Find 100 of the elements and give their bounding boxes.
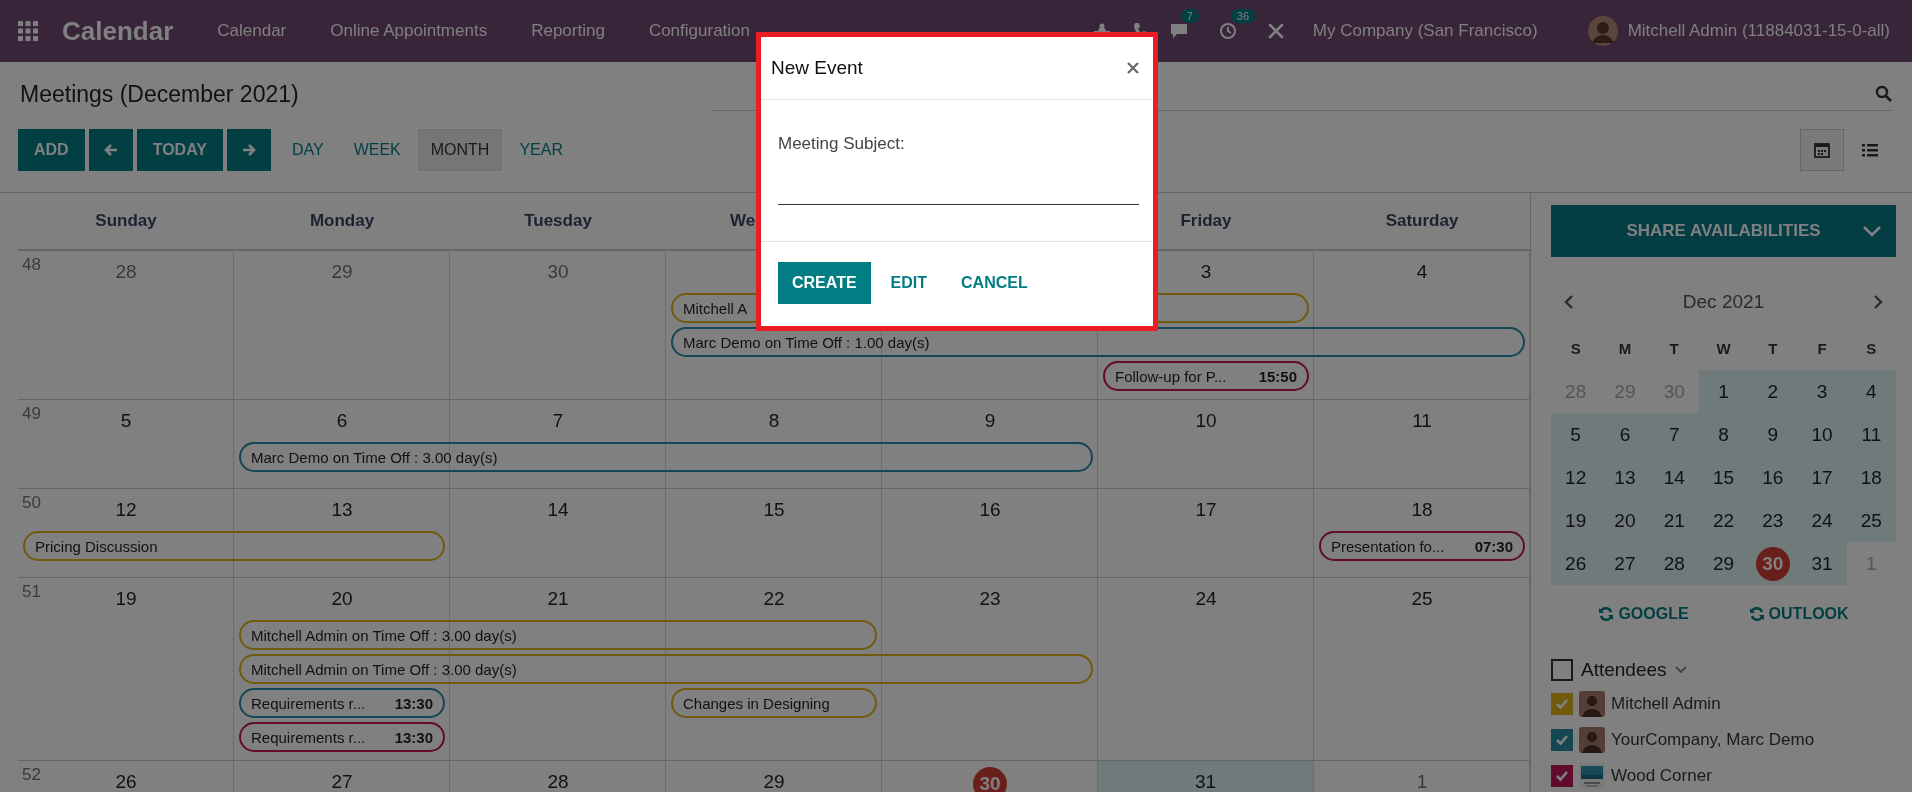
day-number[interactable]: 8 <box>768 406 780 436</box>
day-number[interactable]: 4 <box>1866 380 1877 403</box>
close-icon[interactable] <box>1127 62 1139 74</box>
day-number[interactable]: 6 <box>336 406 348 436</box>
scale-tab[interactable]: MONTH <box>417 129 503 171</box>
calendar-icon <box>1814 142 1830 158</box>
sync-link[interactable]: GOOGLE <box>1598 605 1689 623</box>
user-menu[interactable]: Mitchell Admin (11884031-15-0-all) <box>1627 21 1890 41</box>
day-number[interactable]: 9 <box>1767 423 1779 446</box>
menu-item[interactable]: Reporting <box>531 21 605 41</box>
day-number[interactable]: 8 <box>1718 423 1729 446</box>
day-number[interactable]: 11 <box>1412 406 1432 436</box>
scale-tab[interactable]: WEEK <box>340 129 414 171</box>
day-number[interactable]: 28 <box>115 257 137 287</box>
calendar-event[interactable]: Requirements r... 13:30 <box>239 722 445 752</box>
day-number[interactable]: 12 <box>115 495 137 525</box>
sync-icon <box>1598 606 1615 622</box>
apps-menu-icon[interactable] <box>18 21 38 41</box>
day-number[interactable]: 3 <box>1200 257 1212 287</box>
share-availabilities-button[interactable]: SHARE AVAILABILITIES <box>1551 205 1896 257</box>
attendee-name[interactable]: Mitchell Admin <box>1611 694 1721 714</box>
day-number[interactable]: 5 <box>120 406 132 436</box>
checkbox[interactable] <box>1551 693 1573 715</box>
day-number[interactable]: 29 <box>763 767 785 792</box>
company-switcher[interactable]: My Company (San Francisco) <box>1312 21 1538 41</box>
calendar-event[interactable]: Mitchell Admin on Time Off : 3.00 day(s) <box>239 654 1093 684</box>
chevron-down-icon <box>1862 224 1882 238</box>
attendee-name[interactable]: YourCompany, Marc Demo <box>1611 730 1815 750</box>
checkbox[interactable] <box>1551 765 1573 787</box>
sync-link[interactable]: OUTLOOK <box>1748 605 1849 623</box>
weekday-label: S <box>1865 339 1878 359</box>
dialog-button[interactable]: EDIT <box>876 262 942 304</box>
day-number[interactable]: 30 <box>1755 546 1790 581</box>
day-number[interactable]: 7 <box>552 406 564 436</box>
scale-tab[interactable]: YEAR <box>506 129 576 171</box>
day-number[interactable]: 26 <box>115 767 137 792</box>
day-number[interactable]: 6 <box>1619 423 1631 446</box>
day-number[interactable]: 4 <box>1416 257 1428 287</box>
day-number[interactable]: 21 <box>547 584 569 614</box>
attendees-heading[interactable]: Attendees <box>1581 659 1667 681</box>
week-number: 51 <box>22 582 41 602</box>
checkbox[interactable] <box>1551 659 1573 681</box>
day-number[interactable]: 13 <box>331 495 353 525</box>
day-number[interactable]: 30 <box>547 257 569 287</box>
chevron-right-icon[interactable] <box>1872 294 1884 310</box>
day-number[interactable]: 25 <box>1411 584 1433 614</box>
previous-button[interactable] <box>88 129 133 171</box>
calendar-event[interactable]: Requirements r... 13:30 <box>239 688 445 718</box>
day-number[interactable]: 16 <box>979 495 1001 525</box>
calendar-event[interactable]: Marc Demo on Time Off : 3.00 day(s) <box>239 442 1093 472</box>
calendar-view-button[interactable] <box>1800 129 1844 171</box>
calendar-event[interactable]: Presentation fo... 07:30 <box>1319 531 1525 561</box>
dialog-button[interactable]: CREATE <box>778 262 871 304</box>
scale-tab[interactable]: DAY <box>278 129 337 171</box>
day-number[interactable]: 20 <box>331 584 353 614</box>
add-button[interactable]: ADD <box>18 129 85 171</box>
attendee-name[interactable]: Wood Corner <box>1611 766 1712 786</box>
weekday-label: T <box>1668 339 1680 359</box>
next-button[interactable] <box>226 129 271 171</box>
chevron-left-icon[interactable] <box>1563 294 1575 310</box>
menu-item[interactable]: Online Appointments <box>330 21 488 41</box>
day-number[interactable]: 15 <box>763 495 785 525</box>
chat-icon[interactable] <box>1168 22 1189 40</box>
calendar-event[interactable]: Follow-up for P... 15:50 <box>1103 361 1309 391</box>
day-number[interactable]: 7 <box>1668 423 1680 446</box>
day-number[interactable]: 3 <box>1816 380 1828 403</box>
day-number[interactable]: 14 <box>547 495 569 525</box>
day-number[interactable]: 10 <box>1195 406 1217 436</box>
calendar-event[interactable]: Pricing Discussion <box>23 531 445 561</box>
day-number[interactable]: 5 <box>1570 423 1581 446</box>
day-number[interactable]: 29 <box>331 257 353 287</box>
menu-item[interactable]: Calendar <box>217 21 287 41</box>
day-number[interactable]: 27 <box>331 767 353 792</box>
day-number[interactable]: 30 <box>973 767 1007 792</box>
search-icon[interactable] <box>1875 85 1892 102</box>
checkbox[interactable] <box>1551 729 1573 751</box>
calendar-event[interactable]: Changes in Designing <box>671 688 877 718</box>
menu-item[interactable]: Configuration <box>648 21 750 41</box>
day-number[interactable]: 1 <box>1718 380 1729 403</box>
day-number[interactable]: 23 <box>979 584 1001 614</box>
caret-icon[interactable] <box>1674 666 1687 674</box>
day-number[interactable]: 19 <box>115 584 137 614</box>
day-number[interactable]: 1 <box>1416 767 1428 792</box>
day-number[interactable]: 9 <box>984 406 996 436</box>
day-number[interactable]: 24 <box>1195 584 1217 614</box>
day-number[interactable]: 17 <box>1195 495 1217 525</box>
clock-icon[interactable] <box>1218 22 1237 40</box>
day-number[interactable]: 28 <box>547 767 569 792</box>
day-number[interactable]: 22 <box>763 584 785 614</box>
day-number[interactable]: 18 <box>1411 495 1433 525</box>
app-name[interactable]: Calendar <box>62 15 174 47</box>
today-button[interactable]: TODAY <box>136 129 223 171</box>
weekday-header: Sunday <box>94 211 158 231</box>
day-number[interactable]: 31 <box>1194 767 1217 792</box>
dialog-button[interactable]: CANCEL <box>947 262 1042 304</box>
sync-icon <box>1748 606 1765 622</box>
arrow-right-icon <box>240 142 257 158</box>
day-number[interactable]: 2 <box>1767 380 1779 403</box>
weekday-label: M <box>1617 339 1633 359</box>
calendar-event[interactable]: Mitchell Admin on Time Off : 3.00 day(s) <box>239 620 877 650</box>
